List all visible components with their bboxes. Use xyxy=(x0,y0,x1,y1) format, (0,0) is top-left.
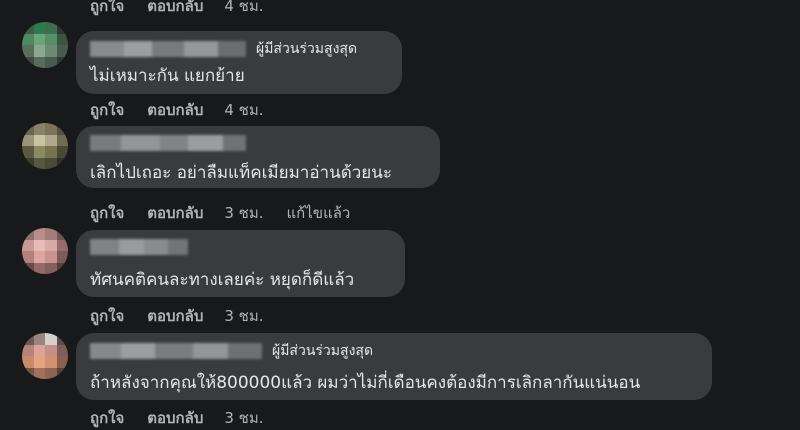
reply-button[interactable]: ตอบกลับ xyxy=(147,98,203,122)
comment-actions: ถูกใจ ตอบกลับ 3 ชม. xyxy=(90,406,264,430)
comment-timestamp[interactable]: 3 ชม. xyxy=(224,304,263,328)
blurred-author-name[interactable] xyxy=(90,135,246,151)
comment-actions: ถูกใจ ตอบกลับ 4 ชม. xyxy=(90,98,264,122)
comment-timestamp[interactable]: 4 ชม. xyxy=(224,0,263,18)
edited-label[interactable]: แก้ไขแล้ว xyxy=(287,201,351,225)
blurred-author-name[interactable] xyxy=(90,343,262,359)
like-button[interactable]: ถูกใจ xyxy=(90,98,124,122)
avatar[interactable] xyxy=(22,22,68,68)
reply-button[interactable]: ตอบกลับ xyxy=(147,201,203,225)
top-fan-badge: ผู้มีส่วนร่วมสูงสุด xyxy=(256,41,358,57)
blurred-author-name[interactable] xyxy=(90,41,246,57)
like-button[interactable]: ถูกใจ xyxy=(90,201,124,225)
comment-bubble: ผู้มีส่วนร่วมสูงสุด ไม่เหมาะกัน แยกย้าย xyxy=(76,31,402,94)
comment-author-row: ผู้มีส่วนร่วมสูงสุด xyxy=(90,40,357,58)
comment-author-row xyxy=(90,135,246,151)
comment-actions: ถูกใจ ตอบกลับ 3 ชม. xyxy=(90,304,264,328)
avatar[interactable] xyxy=(22,228,68,274)
comment-bubble: เลิกไปเถอะ อย่าลืมแท็คเมียมาอ่านด้วยนะ xyxy=(76,126,440,188)
like-button[interactable]: ถูกใจ xyxy=(90,304,124,328)
comment-timestamp[interactable]: 3 ชม. xyxy=(224,201,263,225)
comment-actions-previous: ถูกใจ ตอบกลับ 4 ชม. xyxy=(90,0,264,18)
comment-timestamp[interactable]: 3 ชม. xyxy=(224,406,263,430)
comment-text: ทัศนคติคนละทางเลยค่ะ หยุดก็ดีแล้ว xyxy=(90,270,355,290)
comment-text: ถ้าหลังจากคุณให้800000แล้ว ผมว่าไม่กี่เด… xyxy=(90,373,641,393)
comment-text: ไม่เหมาะกัน แยกย้าย xyxy=(90,66,245,86)
reply-button[interactable]: ตอบกลับ xyxy=(147,0,203,18)
comment-timestamp[interactable]: 4 ชม. xyxy=(224,98,263,122)
comment-author-row: ผู้มีส่วนร่วมสูงสุด xyxy=(90,342,373,360)
avatar[interactable] xyxy=(22,333,68,379)
blurred-author-name[interactable] xyxy=(90,239,188,255)
like-button[interactable]: ถูกใจ xyxy=(90,0,124,18)
comment-text: เลิกไปเถอะ อย่าลืมแท็คเมียมาอ่านด้วยนะ xyxy=(90,163,392,183)
reply-button[interactable]: ตอบกลับ xyxy=(147,406,203,430)
comment-author-row xyxy=(90,239,188,255)
like-button[interactable]: ถูกใจ xyxy=(90,406,124,430)
avatar[interactable] xyxy=(22,123,68,169)
comment-bubble: ทัศนคติคนละทางเลยค่ะ หยุดก็ดีแล้ว xyxy=(76,230,405,297)
comment-bubble: ผู้มีส่วนร่วมสูงสุด ถ้าหลังจากคุณให้8000… xyxy=(76,333,712,400)
reply-button[interactable]: ตอบกลับ xyxy=(147,304,203,328)
comment-actions: ถูกใจ ตอบกลับ 3 ชม. แก้ไขแล้ว xyxy=(90,201,350,225)
top-fan-badge: ผู้มีส่วนร่วมสูงสุด xyxy=(272,343,374,359)
